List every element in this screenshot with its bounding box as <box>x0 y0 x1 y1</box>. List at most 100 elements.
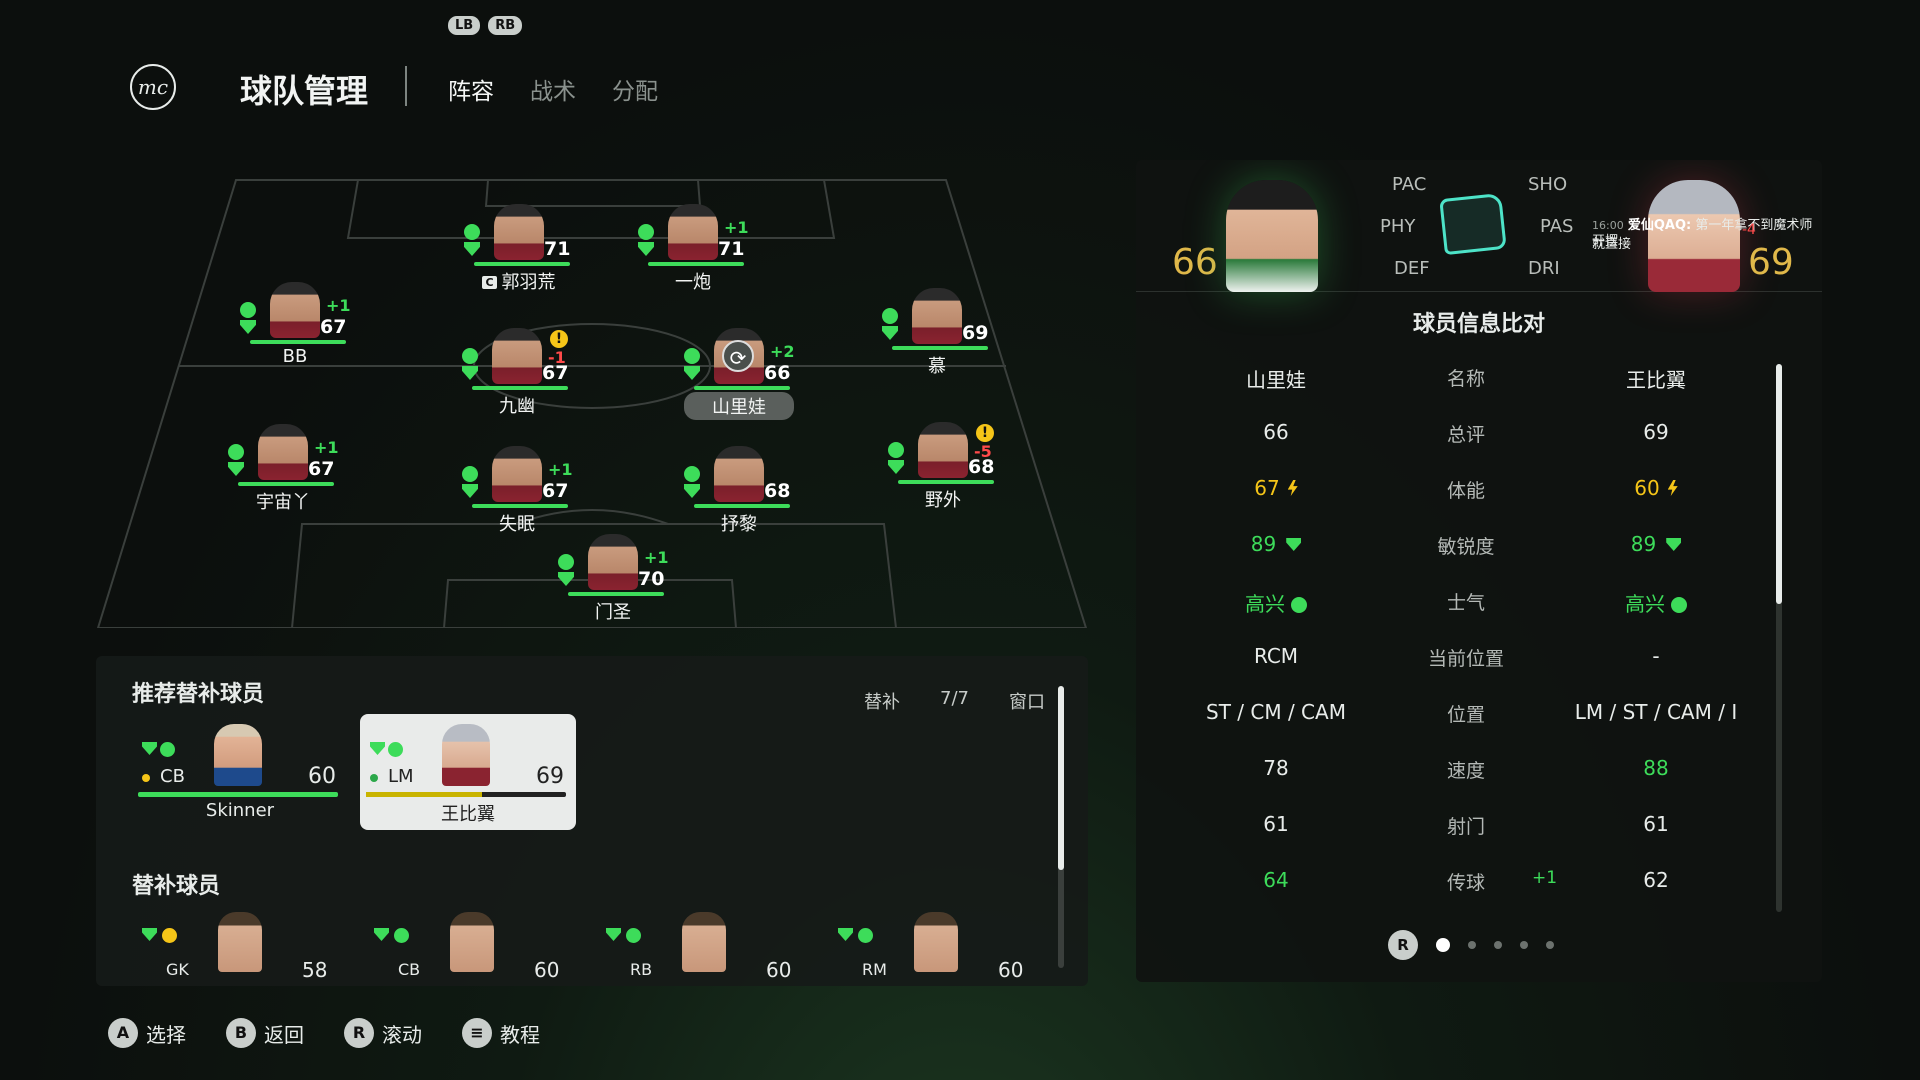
title-divider <box>405 66 407 106</box>
b-button-icon: B <box>226 1018 256 1048</box>
fitness-bar <box>648 262 744 266</box>
player-face <box>450 912 494 972</box>
row-right: 61 <box>1643 812 1669 836</box>
left-player-ovr: 66 <box>1172 242 1218 283</box>
fitness-bar <box>892 346 988 350</box>
player-name: 一炮 <box>675 272 711 293</box>
bumper-hints: LB RB <box>448 16 523 35</box>
compare-pager: R <box>1388 930 1554 960</box>
page-dot[interactable] <box>1468 941 1476 949</box>
fitness-bar <box>472 386 568 390</box>
subs-scrollbar[interactable] <box>1058 686 1064 870</box>
hint-back[interactable]: B 返回 <box>226 1018 304 1048</box>
tab-lineup[interactable]: 阵容 <box>448 72 494 106</box>
substitutes-panel: 推荐替补球员 替补 7/7 窗口 CB 60 Skinner LM 69 王比翼… <box>96 656 1088 986</box>
attr-phy: PHY <box>1380 216 1416 237</box>
hint-scroll[interactable]: R 滚动 <box>344 1018 422 1048</box>
recommended-sub-card[interactable]: CB 60 Skinner <box>132 714 348 830</box>
attr-sho: SHO <box>1528 174 1568 195</box>
tab-assignments[interactable]: 分配 <box>612 72 658 106</box>
compare-row: ST / CM / CAM 位置 LM / ST / CAM / I <box>1136 700 1776 746</box>
pitch-player[interactable]: ! -5 68 野外 <box>868 422 1018 532</box>
attr-pas: PAS <box>1540 216 1574 237</box>
ovr-delta: +1 <box>314 438 339 457</box>
bench-ovr: 58 <box>302 958 328 982</box>
row-right-value: 高兴 <box>1625 592 1665 616</box>
bench-position: CB <box>398 960 421 979</box>
ovr-delta: +1 <box>548 460 573 479</box>
player-face <box>918 422 968 478</box>
player-face <box>442 724 490 786</box>
player-face <box>492 328 542 384</box>
fitness-icon <box>1287 480 1298 496</box>
player-ovr: 67 <box>542 480 569 502</box>
page-dot[interactable] <box>1546 941 1554 949</box>
row-right: - <box>1652 644 1660 668</box>
morale-icon <box>684 466 700 482</box>
left-player-face <box>1226 180 1318 292</box>
row-left-value: 67 <box>1254 476 1280 500</box>
hint-tutorial[interactable]: ≡ 教程 <box>462 1018 540 1048</box>
sharpness-icon <box>228 462 244 476</box>
row-right-value: 89 <box>1630 532 1657 556</box>
pitch-player[interactable]: +1 71 一炮 <box>618 204 768 314</box>
tab-tactics[interactable]: 战术 <box>530 72 576 106</box>
morale-icon <box>464 224 480 240</box>
pitch-player-selected[interactable]: ⟳ +2 66 山里娃 <box>664 328 814 438</box>
fitness-bar <box>694 386 790 390</box>
player-face <box>218 912 262 972</box>
player-name-text: 郭羽荒 <box>501 272 556 293</box>
sharpness-icon <box>838 928 853 941</box>
rb-button[interactable]: RB <box>488 16 523 35</box>
row-right-value: 60 <box>1634 476 1660 500</box>
subs-window: 窗口 <box>1008 692 1045 713</box>
pitch-player[interactable]: +1 67 BB <box>220 282 370 392</box>
row-label: 体能 <box>1446 480 1485 502</box>
player-ovr: 71 <box>718 238 745 260</box>
row-label: 传球 <box>1446 872 1485 894</box>
lb-button[interactable]: LB <box>448 16 481 35</box>
pitch-player[interactable]: ! -1 67 九幽 <box>442 328 592 438</box>
player-name: 山里娃 <box>684 392 794 420</box>
hint-select[interactable]: A 选择 <box>108 1018 186 1048</box>
player-face <box>258 424 308 480</box>
page-dot[interactable] <box>1494 941 1502 949</box>
player-face <box>912 288 962 344</box>
right-stick-button[interactable]: R <box>1388 930 1418 960</box>
subs-count: 7/7 <box>940 688 969 709</box>
row-left: 67 <box>1176 476 1376 500</box>
row-label: 当前位置 <box>1427 648 1504 670</box>
compare-header: 66 PAC SHO PHY PAS DEF DRI 16:00 爱仙QAQ: … <box>1136 160 1822 292</box>
sharpness-icon <box>240 320 256 334</box>
row-left: 61 <box>1263 812 1289 836</box>
player-face <box>714 446 764 502</box>
fitness-bar <box>250 340 346 344</box>
pitch-player[interactable]: +1 70 门圣 <box>538 534 688 644</box>
row-left: 66 <box>1263 420 1289 444</box>
hint-label: 返回 <box>264 1022 304 1047</box>
compare-scrollbar[interactable] <box>1776 364 1782 912</box>
sharpness-icon <box>888 460 904 474</box>
pitch-player[interactable]: 71 C 郭羽荒 <box>444 204 594 314</box>
warning-icon: ! <box>550 330 568 348</box>
pitch-player[interactable]: +1 67 宇宙丫 <box>208 424 358 534</box>
player-face <box>682 912 726 972</box>
pitch-player[interactable]: 69 慕 <box>862 288 1012 398</box>
bench-player[interactable]: CB 60 <box>364 912 584 982</box>
page-dot[interactable] <box>1520 941 1528 949</box>
sharpness-icon <box>558 572 574 586</box>
row-left: ST / CM / CAM <box>1206 700 1346 724</box>
pitch: 71 C 郭羽荒 +1 71 一炮 +1 67 BB ! -1 67 九幽 ⟳ +… <box>96 178 1088 628</box>
page-dot-active[interactable] <box>1436 938 1450 952</box>
sharpness-icon <box>462 484 478 498</box>
status-dot <box>142 774 150 782</box>
bench-position: RB <box>630 960 653 979</box>
bench-player[interactable]: GK 58 <box>132 912 352 982</box>
row-left: 山里娃 <box>1246 368 1306 392</box>
bench-player[interactable]: RB 60 <box>596 912 816 982</box>
recommended-sub-card-selected[interactable]: LM 69 王比翼 <box>360 714 576 830</box>
morale-icon <box>1291 597 1307 613</box>
player-name: 抒黎 <box>721 514 757 535</box>
morale-icon <box>228 444 244 460</box>
bench-player[interactable]: RM 60 <box>828 912 1048 982</box>
